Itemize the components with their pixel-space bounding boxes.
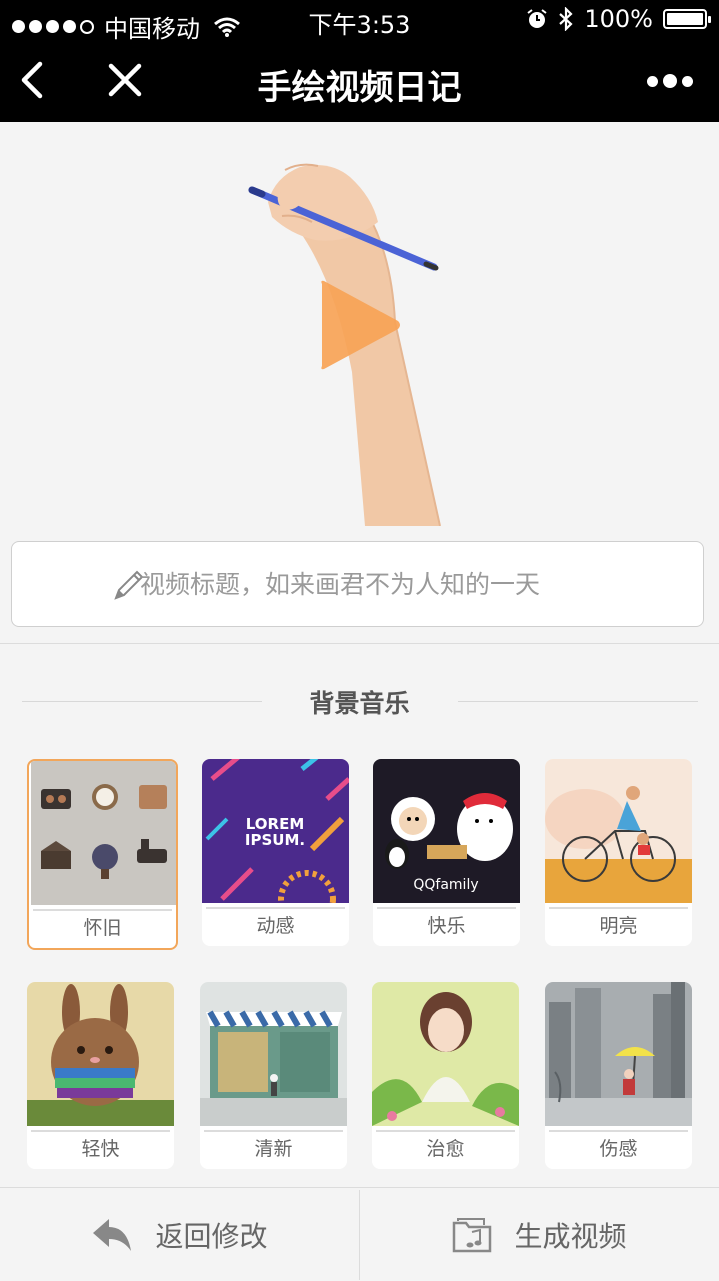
happy-thumbnail: QQfamily xyxy=(373,759,520,903)
music-option-label: 轻快 xyxy=(81,1138,120,1160)
music-option-happy[interactable]: QQfamily 快乐 xyxy=(373,759,520,946)
music-option-label: 治愈 xyxy=(426,1138,465,1160)
more-options-icon[interactable] xyxy=(647,66,697,96)
music-option-label: 伤感 xyxy=(599,1138,638,1160)
bright-thumbnail xyxy=(545,759,692,903)
music-option-sad[interactable]: 伤感 xyxy=(545,982,692,1169)
music-option-fresh[interactable]: 清新 xyxy=(200,982,347,1169)
music-option-label: 动感 xyxy=(256,915,295,937)
heading-rule-right xyxy=(458,701,698,702)
video-title-input[interactable] xyxy=(140,542,680,626)
music-folder-icon xyxy=(453,1217,492,1252)
thumb-text-qqfamily: QQfamily xyxy=(413,877,478,893)
sad-thumbnail xyxy=(545,982,692,1126)
music-option-light[interactable]: 轻快 xyxy=(27,982,174,1169)
card-rule xyxy=(377,907,516,909)
battery-percent: 100% xyxy=(584,5,653,33)
card-rule xyxy=(549,1130,688,1132)
music-option-vintage[interactable]: 怀旧 xyxy=(27,759,178,950)
generate-video-label: 生成视频 xyxy=(514,1219,627,1253)
generate-video-button[interactable]: 生成视频 xyxy=(360,1188,719,1281)
vintage-thumbnail xyxy=(31,761,176,905)
back-edit-label: 返回修改 xyxy=(155,1219,268,1253)
light-thumbnail xyxy=(27,982,174,1126)
music-option-healing[interactable]: 治愈 xyxy=(372,982,519,1169)
bluetooth-icon xyxy=(559,7,573,31)
card-rule xyxy=(204,1130,343,1132)
card-rule xyxy=(549,907,688,909)
reply-arrow-icon xyxy=(93,1218,132,1251)
card-rule xyxy=(31,1130,170,1132)
card-rule xyxy=(33,909,172,911)
music-option-label: 清新 xyxy=(254,1138,293,1160)
alarm-icon xyxy=(527,9,547,28)
music-section-title: 背景音乐 xyxy=(309,689,410,718)
music-option-label: 怀旧 xyxy=(83,917,122,939)
video-preview[interactable] xyxy=(0,122,719,526)
thumb-text-ipsum: IPSUM. xyxy=(245,831,305,849)
nav-bar: 手绘视频日记 xyxy=(0,40,719,122)
video-title-field[interactable] xyxy=(11,541,704,627)
status-right: 100% xyxy=(526,5,711,33)
bottom-action-bar: 返回修改 生成视频 xyxy=(0,1187,719,1281)
music-option-label: 快乐 xyxy=(427,915,466,937)
music-option-label: 明亮 xyxy=(599,915,638,937)
dynamic-thumbnail: LOREM IPSUM. xyxy=(202,759,349,903)
music-option-bright[interactable]: 明亮 xyxy=(545,759,692,946)
healing-thumbnail xyxy=(372,982,519,1126)
fresh-thumbnail xyxy=(200,982,347,1126)
battery-icon xyxy=(663,9,711,29)
music-option-dynamic[interactable]: LOREM IPSUM. 动感 xyxy=(202,759,349,946)
status-bar: 中国移动 下午3:53 100% xyxy=(0,0,719,43)
card-rule xyxy=(206,907,345,909)
page-title: 手绘视频日记 xyxy=(257,68,462,108)
card-rule xyxy=(376,1130,515,1132)
back-edit-button[interactable]: 返回修改 xyxy=(0,1188,359,1281)
play-icon[interactable] xyxy=(318,278,402,372)
divider xyxy=(0,643,719,644)
